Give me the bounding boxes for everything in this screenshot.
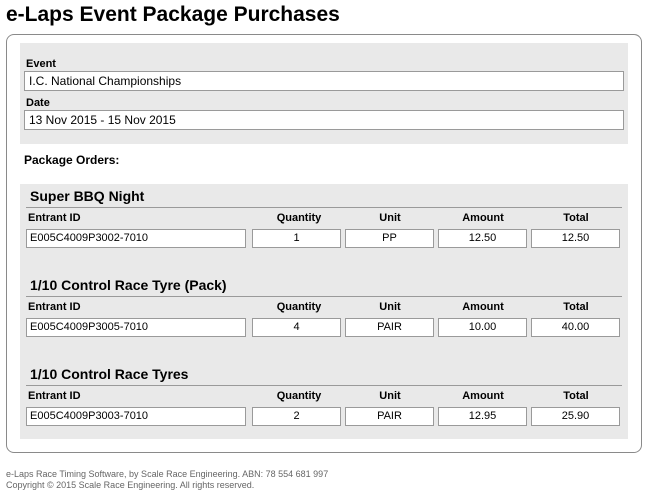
package-divider [26, 385, 622, 386]
entrant-id-header: Entrant ID [28, 301, 81, 313]
quantity-field[interactable]: 1 [252, 229, 341, 248]
footer-copyright-line: Copyright © 2015 Scale Race Engineering.… [6, 480, 255, 490]
unit-field[interactable]: PAIR [345, 318, 434, 337]
total-field[interactable]: 25.90 [531, 407, 620, 426]
entrant-id-field[interactable]: E005C4009P3005-7010 [26, 318, 246, 337]
amount-header: Amount [462, 390, 504, 402]
quantity-field[interactable]: 2 [252, 407, 341, 426]
quantity-field[interactable]: 4 [252, 318, 341, 337]
package-name: 1/10 Control Race Tyres [30, 366, 189, 382]
event-details-panel: Event I.C. National Championships Date 1… [20, 43, 628, 144]
package-item: Super BBQ Night Entrant ID Quantity Unit… [20, 184, 628, 256]
event-name-field[interactable]: I.C. National Championships [24, 71, 624, 91]
entrant-id-header: Entrant ID [28, 390, 81, 402]
total-header: Total [563, 301, 589, 313]
event-label: Event [26, 58, 56, 70]
amount-field[interactable]: 10.00 [438, 318, 527, 337]
amount-header: Amount [462, 212, 504, 224]
package-item: 1/10 Control Race Tyre (Pack) Entrant ID… [20, 273, 628, 345]
unit-header: Unit [379, 390, 401, 402]
event-date-field[interactable]: 13 Nov 2015 - 15 Nov 2015 [24, 110, 624, 130]
unit-header: Unit [379, 301, 401, 313]
entrant-id-field[interactable]: E005C4009P3003-7010 [26, 407, 246, 426]
amount-field[interactable]: 12.50 [438, 229, 527, 248]
package-divider [26, 207, 622, 208]
quantity-header: Quantity [276, 212, 322, 224]
page-footer: e-Laps Race Timing Software, by Scale Ra… [6, 469, 328, 491]
package-orders-panel: Super BBQ Night Entrant ID Quantity Unit… [20, 184, 628, 439]
footer-company-line: e-Laps Race Timing Software, by Scale Ra… [6, 469, 329, 479]
purchases-card: Event I.C. National Championships Date 1… [6, 34, 642, 453]
package-name: 1/10 Control Race Tyre (Pack) [30, 277, 227, 293]
unit-field[interactable]: PP [345, 229, 434, 248]
package-orders-heading: Package Orders: [24, 153, 120, 167]
date-label: Date [26, 97, 50, 109]
package-divider [26, 296, 622, 297]
amount-header: Amount [462, 301, 504, 313]
entrant-id-header: Entrant ID [28, 212, 81, 224]
total-header: Total [563, 212, 589, 224]
package-item: 1/10 Control Race Tyres Entrant ID Quant… [20, 362, 628, 434]
total-header: Total [563, 390, 589, 402]
total-field[interactable]: 12.50 [531, 229, 620, 248]
unit-field[interactable]: PAIR [345, 407, 434, 426]
quantity-header: Quantity [276, 390, 322, 402]
page-title: e-Laps Event Package Purchases [6, 3, 340, 26]
total-field[interactable]: 40.00 [531, 318, 620, 337]
quantity-header: Quantity [276, 301, 322, 313]
entrant-id-field[interactable]: E005C4009P3002-7010 [26, 229, 246, 248]
package-name: Super BBQ Night [30, 188, 145, 204]
amount-field[interactable]: 12.95 [438, 407, 527, 426]
unit-header: Unit [379, 212, 401, 224]
